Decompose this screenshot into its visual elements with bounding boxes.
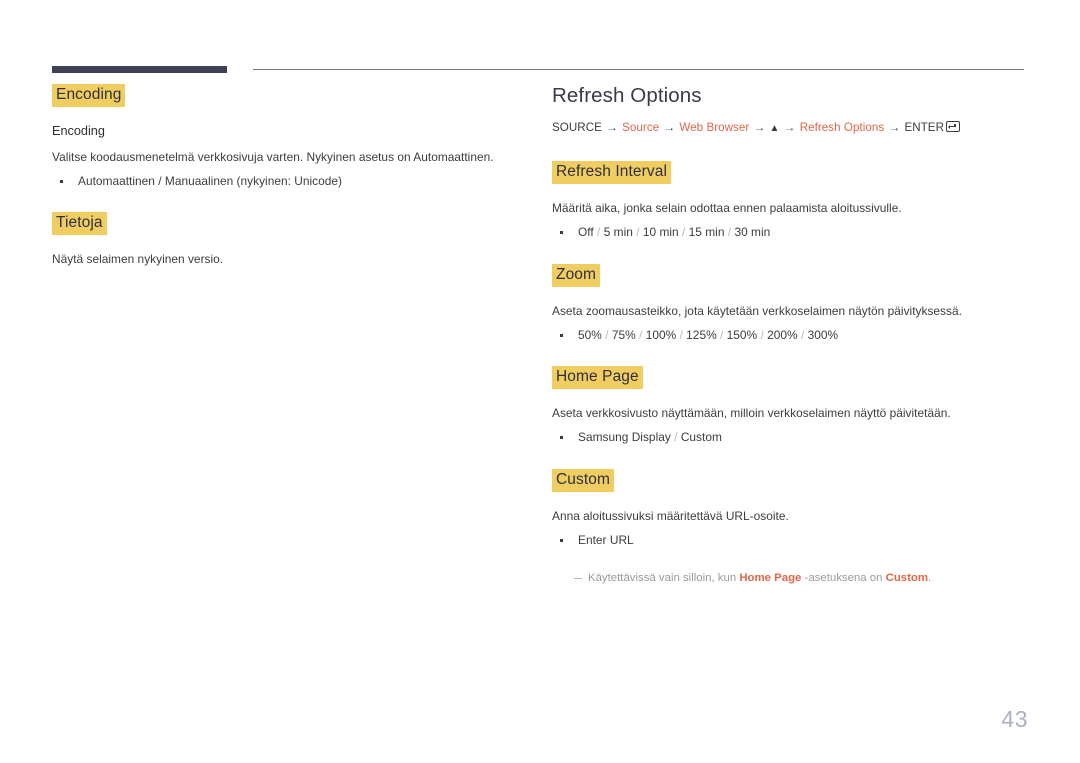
- note-key-custom: Custom: [885, 571, 928, 584]
- breadcrumb-separator-icon: →: [783, 120, 796, 134]
- option-value: 30 min: [734, 225, 771, 240]
- section-title-tietoja: Tietoja: [52, 211, 107, 236]
- list-item-options: Samsung Display / Custom: [552, 429, 1028, 446]
- section-refresh-interval: Refresh Interval Määritä aika, jonka sel…: [552, 161, 1028, 241]
- paragraph-custom: Anna aloitussivuksi määritettävä URL-oso…: [552, 508, 789, 523]
- options-list-refresh-interval: Off / 5 min / 10 min / 15 min / 30 min: [552, 224, 1028, 241]
- option-separator: /: [716, 327, 727, 342]
- section-zoom: Zoom Aseta zoomausasteikko, jota käytetä…: [552, 263, 1028, 344]
- option-separator: /: [635, 327, 646, 342]
- option-value: 150%: [726, 327, 758, 342]
- option-value: Off: [578, 225, 594, 240]
- list-item-options: Enter URL: [552, 532, 1028, 549]
- section-heading-wrap: Encoding: [52, 84, 512, 108]
- page-title: Refresh Options: [552, 84, 702, 107]
- paragraph-refresh-interval: Määritä aika, jonka selain odottaa ennen…: [552, 201, 902, 216]
- header-divider-line: [253, 69, 1024, 70]
- option-value: Samsung Display: [578, 430, 671, 445]
- section-title-custom: Custom: [552, 468, 615, 492]
- option-separator: /: [676, 327, 687, 342]
- section-title-zoom: Zoom: [552, 263, 601, 287]
- section-title-home-page: Home Page: [552, 366, 643, 390]
- section-title-refresh-interval: Refresh Interval: [552, 161, 672, 185]
- bullet-list-encoding: Automaattinen / Manuaalinen (nykyinen: U…: [52, 173, 512, 190]
- option-separator: /: [601, 327, 612, 342]
- header-accent-bar: [52, 66, 227, 73]
- option-value: Custom: [680, 430, 722, 445]
- paragraph-zoom: Aseta zoomausasteikko, jota käytetään ve…: [552, 303, 962, 318]
- option-value: Enter URL: [578, 532, 634, 547]
- option-separator: /: [632, 225, 643, 240]
- paragraph-tietoja: Näytä selaimen nykyinen versio.: [52, 252, 224, 267]
- option-value: 50%: [578, 327, 602, 342]
- note-text-middle: -asetuksena on: [801, 571, 886, 584]
- breadcrumb-item-source: Source: [622, 120, 660, 134]
- subheading-encoding: Encoding: [52, 124, 105, 139]
- breadcrumb: SOURCE → Source → Web Browser → ▲ → Refr…: [552, 120, 1028, 136]
- option-separator: /: [757, 327, 768, 342]
- up-arrow-icon: ▲: [769, 122, 780, 134]
- note-text-after: .: [928, 571, 932, 584]
- paragraph-home-page: Aseta verkkosivusto näyttämään, milloin …: [552, 406, 951, 421]
- section-heading-wrap: Home Page: [552, 366, 1028, 390]
- option-separator: /: [797, 327, 808, 342]
- section-tietoja: Tietoja Näytä selaimen nykyinen versio.: [52, 211, 512, 268]
- paragraph-encoding: Valitse koodausmenetelmä verkkosivuja va…: [52, 149, 494, 164]
- breadcrumb-separator-icon: →: [663, 120, 676, 134]
- page-header-rules: [0, 0, 1080, 80]
- list-item: Automaattinen / Manuaalinen (nykyinen: U…: [52, 173, 512, 190]
- breadcrumb-item-enter: ENTER: [904, 120, 944, 134]
- breadcrumb-separator-icon: →: [753, 120, 766, 134]
- options-list-zoom: 50% / 75% / 100% / 125% / 150% / 200% / …: [552, 327, 1028, 344]
- breadcrumb-item-web-browser: Web Browser: [679, 120, 750, 134]
- breadcrumb-item-refresh-options: Refresh Options: [799, 120, 885, 134]
- page-number: 43: [1001, 706, 1028, 732]
- options-list-custom: Enter URL: [552, 532, 1028, 549]
- option-value: 125%: [686, 327, 717, 342]
- option-value: 15 min: [688, 225, 725, 240]
- section-heading-wrap: Refresh Interval: [552, 161, 1028, 185]
- option-value: 10 min: [642, 225, 679, 240]
- breadcrumb-item-source-button: SOURCE: [552, 120, 602, 134]
- option-separator: /: [678, 225, 689, 240]
- enter-key-icon: [946, 120, 960, 132]
- section-heading-wrap: Zoom: [552, 263, 1028, 287]
- section-encoding: Encoding Encoding Valitse koodausmenetel…: [52, 84, 512, 190]
- list-item-options: Off / 5 min / 10 min / 15 min / 30 min: [552, 224, 1028, 241]
- note-custom-availability: Käytettävissä vain silloin, kun Home Pag…: [552, 571, 1028, 587]
- breadcrumb-separator-icon: →: [888, 120, 901, 134]
- section-title-encoding: Encoding: [52, 84, 126, 108]
- option-value: 100%: [645, 327, 677, 342]
- option-separator: /: [670, 430, 681, 445]
- option-value: 75%: [611, 327, 636, 342]
- section-heading-wrap: Custom: [552, 468, 1028, 492]
- note-key-home-page: Home Page: [739, 571, 802, 584]
- right-column: Refresh Options SOURCE → Source → Web Br…: [552, 84, 1028, 587]
- option-separator: /: [724, 225, 735, 240]
- options-list-home-page: Samsung Display / Custom: [552, 429, 1028, 446]
- list-item-options: 50% / 75% / 100% / 125% / 150% / 200% / …: [552, 327, 1028, 344]
- note-text-before: Käytettävissä vain silloin, kun: [588, 571, 740, 584]
- breadcrumb-separator-icon: →: [606, 120, 618, 134]
- option-value: 300%: [807, 327, 839, 342]
- option-value: 5 min: [603, 225, 633, 240]
- section-heading-wrap: Tietoja: [52, 211, 512, 236]
- section-custom: Custom Anna aloitussivuksi määritettävä …: [552, 468, 1028, 587]
- option-separator: /: [593, 225, 604, 240]
- left-column: Encoding Encoding Valitse koodausmenetel…: [52, 84, 512, 275]
- section-home-page: Home Page Aseta verkkosivusto näyttämään…: [552, 366, 1028, 446]
- option-value: 200%: [767, 327, 798, 342]
